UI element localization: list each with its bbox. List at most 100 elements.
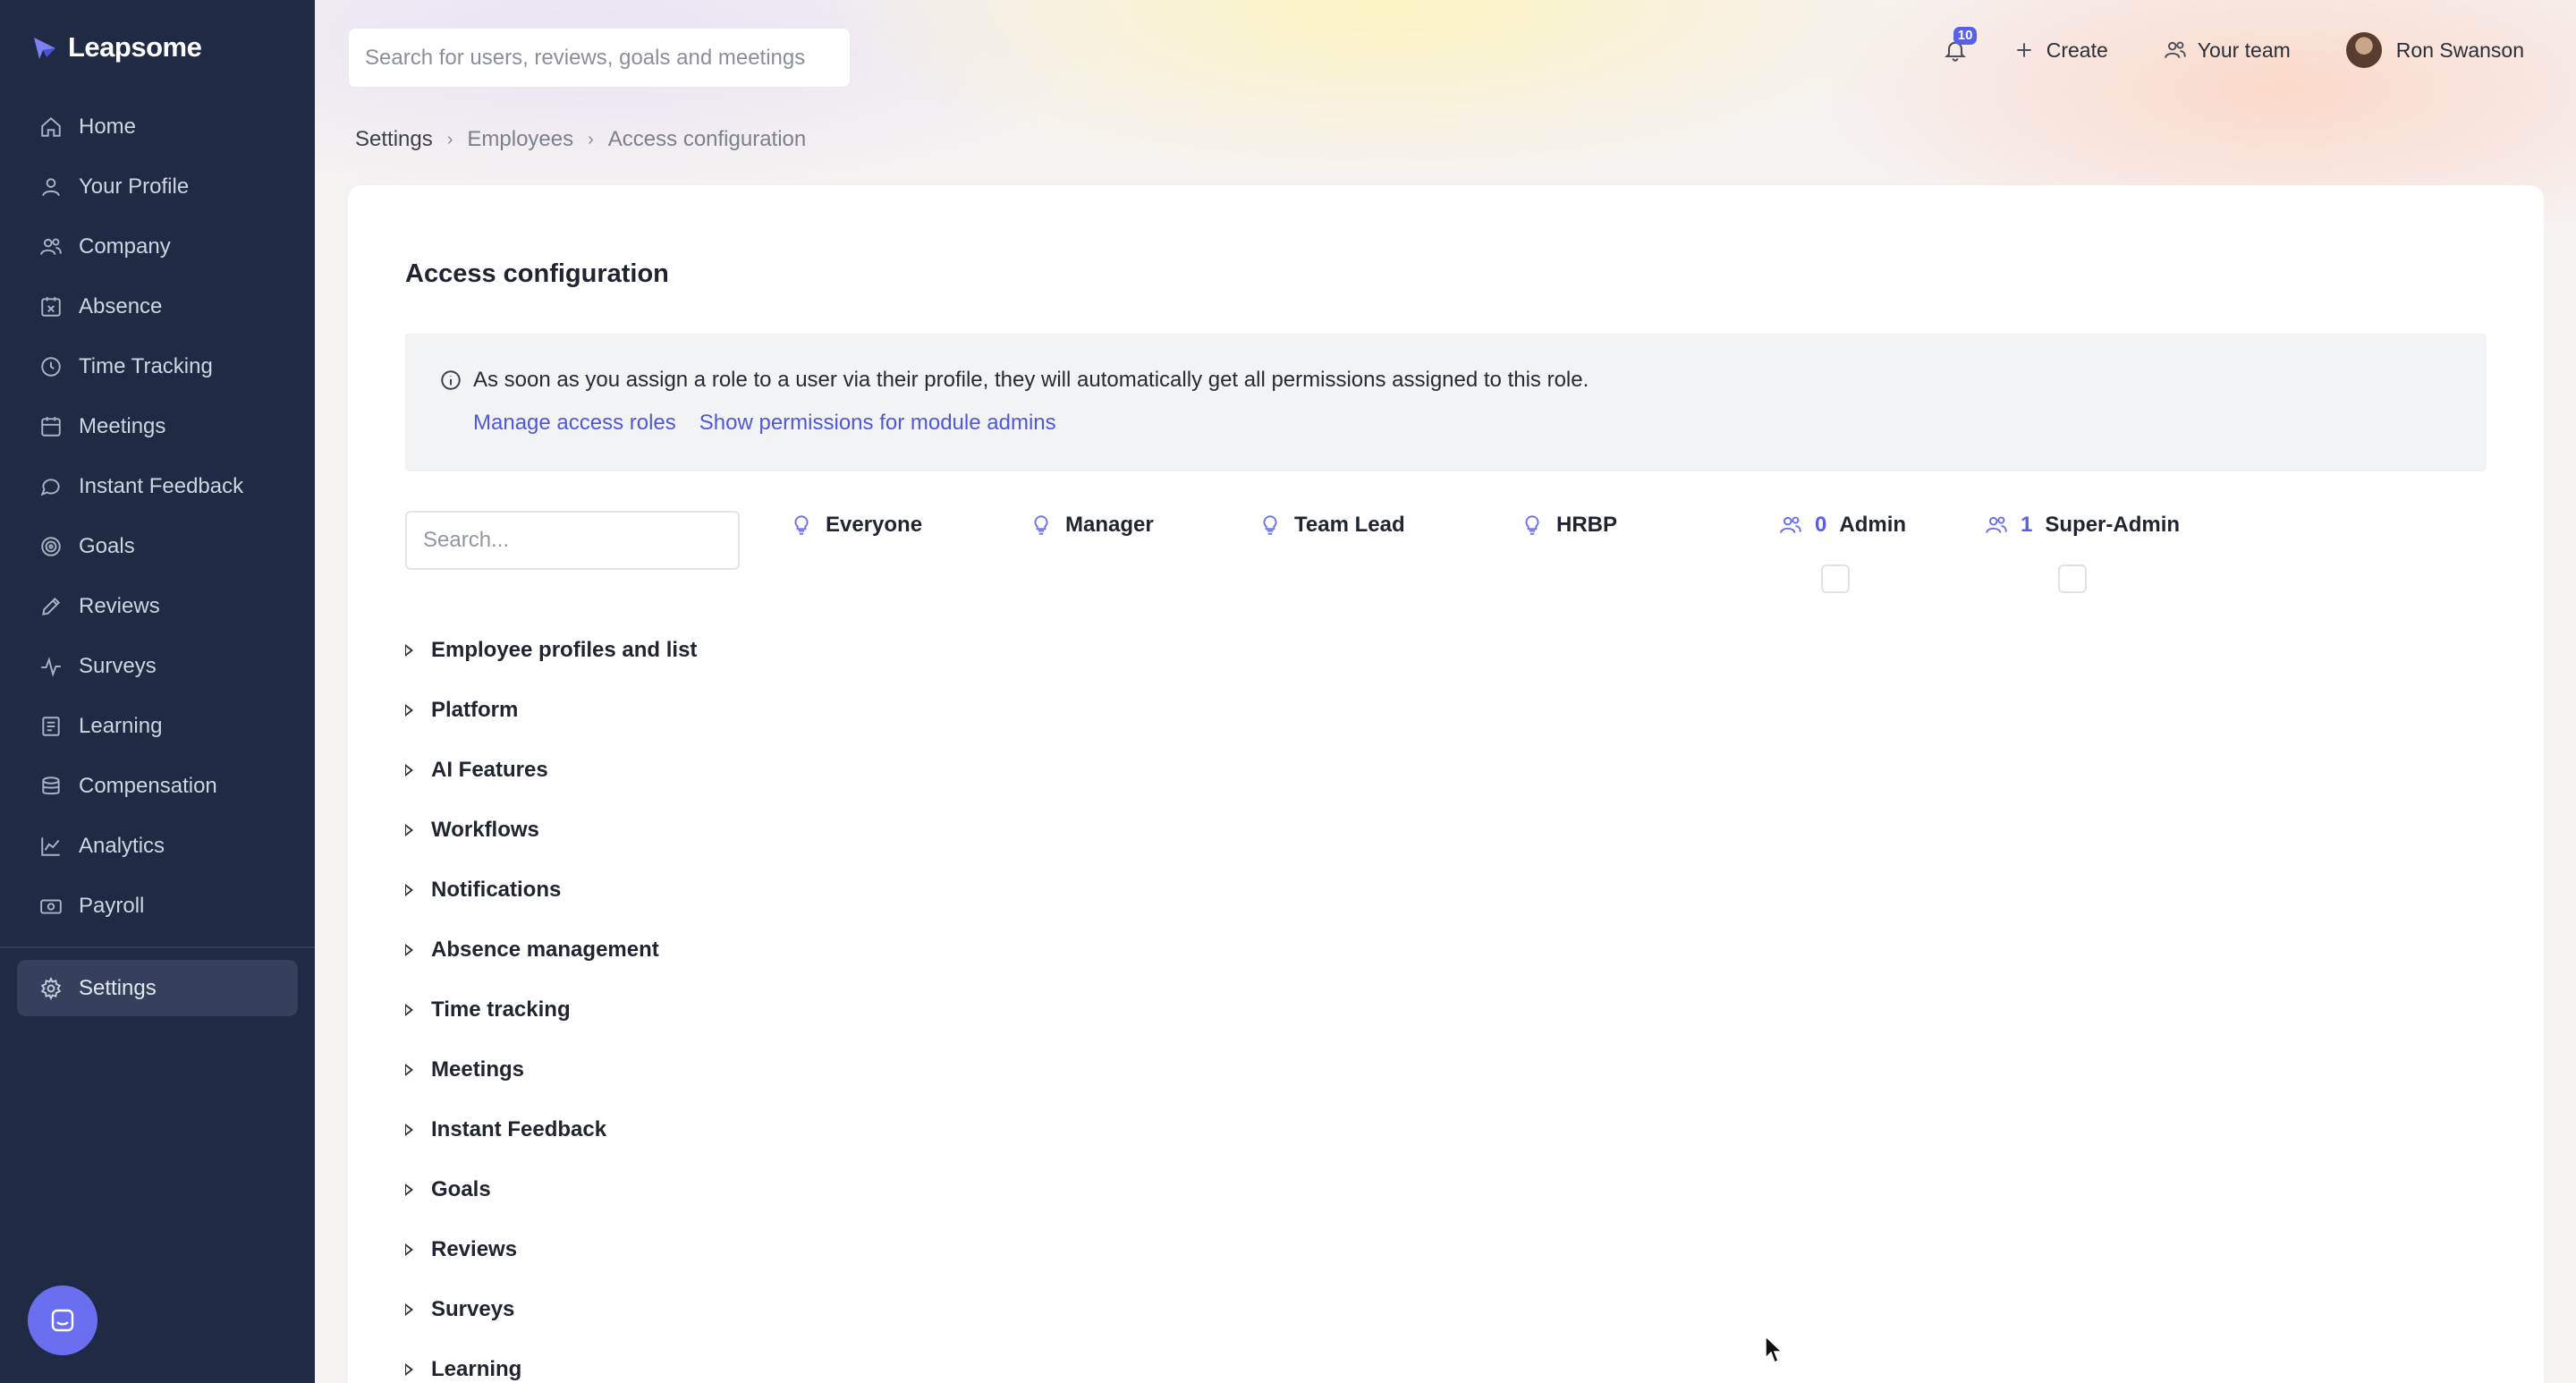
coins-icon	[42, 776, 60, 794]
section-notifications[interactable]: Notifications	[405, 860, 697, 920]
sidebar-item-home[interactable]: Home	[0, 97, 315, 157]
section-employee-profiles[interactable]: Employee profiles and list	[405, 620, 697, 680]
section-label: Reviews	[431, 1236, 518, 1261]
sidebar-item-compensation[interactable]: Compensation	[0, 756, 315, 816]
sidebar-item-meetings[interactable]: Meetings	[0, 396, 315, 456]
main-area: Search for users, reviews, goals and mee…	[315, 0, 2576, 1383]
section-surveys[interactable]: Surveys	[405, 1279, 697, 1339]
sidebar: Leapsome Home Your Profile Company Absen…	[0, 0, 315, 1383]
users-icon	[1986, 516, 2007, 533]
sidebar-item-analytics[interactable]: Analytics	[0, 816, 315, 876]
book-icon	[42, 716, 60, 736]
mouse-cursor-icon	[1765, 1335, 1784, 1364]
caret-right-icon	[405, 1302, 413, 1316]
bulb-icon	[1263, 515, 1277, 535]
section-platform[interactable]: Platform	[405, 680, 697, 740]
chart-icon	[41, 836, 60, 856]
role-admin[interactable]: 0 Admin	[1779, 505, 1906, 545]
section-instant-feedback[interactable]: Instant Feedback	[405, 1099, 697, 1159]
role-label: Manager	[1065, 513, 1154, 537]
role-hrbp[interactable]: HRBP	[1521, 505, 1617, 545]
section-learning[interactable]: Learning	[405, 1339, 697, 1383]
sidebar-item-label: Settings	[79, 975, 157, 1000]
role-label: Everyone	[826, 513, 923, 537]
content-card: Access configuration As soon as you assi…	[348, 185, 2544, 1383]
sidebar-item-label: Compensation	[79, 773, 217, 798]
section-reviews[interactable]: Reviews	[405, 1219, 697, 1279]
sidebar-item-settings[interactable]: Settings	[17, 960, 298, 1016]
section-ai-features[interactable]: AI Features	[405, 740, 697, 800]
sidebar-item-instant-feedback[interactable]: Instant Feedback	[0, 456, 315, 516]
sidebar-item-goals[interactable]: Goals	[0, 516, 315, 576]
breadcrumb-settings[interactable]: Settings	[355, 127, 433, 152]
caret-right-icon	[405, 943, 413, 956]
permission-search-placeholder: Search...	[423, 528, 510, 552]
section-meetings[interactable]: Meetings	[405, 1039, 697, 1099]
role-everyone[interactable]: Everyone	[790, 505, 922, 545]
sidebar-item-label: Instant Feedback	[79, 473, 244, 498]
notification-badge: 10	[1953, 27, 1978, 45]
section-goals[interactable]: Goals	[405, 1159, 697, 1219]
support-chat-button[interactable]	[28, 1285, 97, 1355]
breadcrumb: Settings › Employees › Access configurat…	[355, 127, 806, 152]
your-team-button[interactable]: Your team	[2164, 38, 2291, 63]
app-logo[interactable]: Leapsome	[30, 29, 202, 66]
caret-right-icon	[405, 1123, 413, 1136]
sidebar-item-reviews[interactable]: Reviews	[0, 576, 315, 636]
sidebar-item-company[interactable]: Company	[0, 216, 315, 276]
section-label: Absence management	[431, 937, 659, 962]
sidebar-item-label: Time Tracking	[79, 353, 213, 378]
user-icon	[42, 177, 60, 196]
users-icon	[1780, 516, 1801, 533]
caret-right-icon	[405, 1183, 413, 1196]
role-label: Team Lead	[1294, 513, 1405, 537]
leapsome-logo-icon	[34, 38, 55, 59]
sidebar-item-your-profile[interactable]: Your Profile	[0, 157, 315, 216]
super-admin-select-all-checkbox[interactable]	[2058, 564, 2087, 593]
role-label: HRBP	[1556, 513, 1618, 537]
role-super-admin[interactable]: 1 Super-Admin	[1985, 505, 2180, 545]
sidebar-item-time-tracking[interactable]: Time Tracking	[0, 336, 315, 396]
caret-right-icon	[405, 763, 413, 776]
sidebar-item-payroll[interactable]: Payroll	[0, 876, 315, 936]
manage-access-roles-link[interactable]: Manage access roles	[473, 411, 676, 436]
role-team-lead[interactable]: Team Lead	[1258, 505, 1405, 545]
role-manager[interactable]: Manager	[1030, 505, 1154, 545]
users-icon	[40, 238, 62, 255]
pencil-icon	[42, 597, 61, 615]
chevron-right-icon: ›	[588, 129, 594, 149]
header-actions: 10 Create Your team Ron Swanson	[1937, 27, 2524, 73]
section-label: Goals	[431, 1176, 491, 1201]
sidebar-item-surveys[interactable]: Surveys	[0, 636, 315, 696]
section-time-tracking[interactable]: Time tracking	[405, 980, 697, 1039]
section-label: Meetings	[431, 1056, 525, 1082]
bulb-icon	[794, 515, 809, 535]
chat-icon	[40, 478, 60, 496]
section-label: Instant Feedback	[431, 1116, 607, 1141]
sidebar-item-absence[interactable]: Absence	[0, 276, 315, 336]
page-title: Access configuration	[405, 259, 669, 288]
section-absence-management[interactable]: Absence management	[405, 920, 697, 980]
breadcrumb-employees[interactable]: Employees	[467, 127, 573, 152]
role-member-count: 0	[1815, 513, 1827, 537]
section-workflows[interactable]: Workflows	[405, 800, 697, 860]
sidebar-nav: Home Your Profile Company Absence Time T…	[0, 97, 315, 936]
show-admin-permissions-link[interactable]: Show permissions for module admins	[699, 411, 1056, 436]
your-team-label: Your team	[2197, 38, 2291, 62]
sidebar-item-label: Your Profile	[79, 174, 190, 199]
gear-icon	[40, 976, 62, 1000]
sidebar-item-label: Absence	[79, 293, 163, 318]
sidebar-item-learning[interactable]: Learning	[0, 696, 315, 756]
sidebar-item-label: Company	[79, 233, 171, 259]
caret-right-icon	[405, 643, 413, 657]
user-menu[interactable]: Ron Swanson	[2345, 32, 2524, 68]
global-search-input[interactable]: Search for users, reviews, goals and mee…	[348, 28, 851, 88]
section-label: Surveys	[431, 1296, 515, 1321]
admin-select-all-checkbox[interactable]	[1821, 564, 1850, 593]
sidebar-item-label: Meetings	[79, 413, 166, 438]
create-button[interactable]: Create	[2012, 38, 2108, 63]
permission-search-input[interactable]: Search...	[405, 511, 740, 570]
sidebar-item-label: Learning	[79, 713, 163, 738]
notifications-button[interactable]: 10	[1937, 27, 1978, 68]
global-search-placeholder: Search for users, reviews, goals and mee…	[365, 45, 806, 70]
